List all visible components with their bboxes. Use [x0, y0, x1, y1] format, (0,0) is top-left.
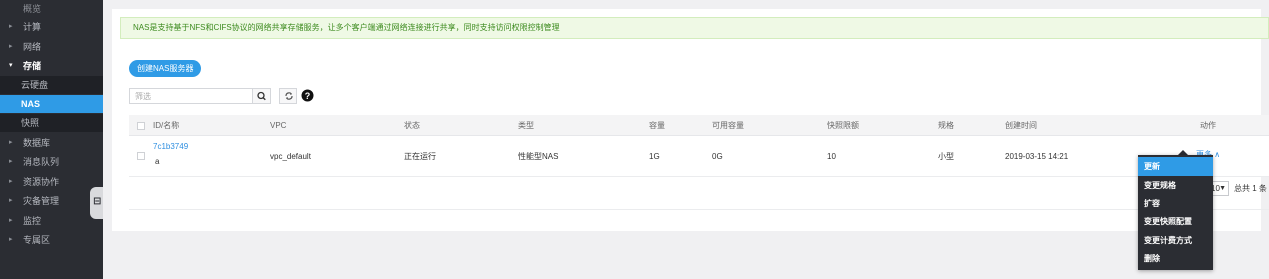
search-icon: [257, 91, 266, 101]
sidebar-item-monitoring[interactable]: ▸ 监控: [0, 212, 103, 230]
sidebar-item-label: 消息队列: [23, 157, 60, 167]
sidebar-item-compute[interactable]: ▸ 计算: [0, 18, 103, 36]
menu-item-change-snapshot-config[interactable]: 变更快照配置: [1138, 212, 1213, 231]
nas-id-link[interactable]: 7c1b3749: [153, 142, 188, 151]
sidebar-item-overview[interactable]: 概览: [0, 0, 103, 18]
caret-right-icon: ▸: [9, 43, 13, 50]
column-header: VPC: [270, 121, 287, 130]
sidebar-item-label: 网络: [23, 42, 42, 52]
sidebar-item-label: 计算: [23, 22, 42, 32]
refresh-button[interactable]: [279, 88, 297, 104]
sidebar-item-label: 监控: [23, 216, 42, 226]
sidebar-item-storage[interactable]: ▾ 存储: [0, 57, 103, 75]
caret-right-icon: ▸: [9, 139, 13, 146]
chevron-down-icon: ▼: [1219, 185, 1226, 192]
sidebar-item-network[interactable]: ▸ 网络: [0, 38, 103, 56]
capacity-cell: 1G: [649, 152, 660, 161]
sidebar-item-nas[interactable]: NAS: [0, 95, 103, 113]
filter-input[interactable]: [129, 88, 253, 104]
caret-right-icon: ▸: [9, 236, 13, 243]
sidebar-item-label: 数据库: [23, 138, 51, 148]
sidebar-item-cloud-disk[interactable]: 云硬盘: [0, 76, 103, 94]
info-notice: NAS是支持基于NFS和CIFS协议的网络共享存储服务，让多个客户端通过网络连接…: [120, 17, 1269, 39]
column-header: 规格: [938, 121, 954, 130]
column-header: ID/名称: [153, 121, 180, 130]
sidebar-nav: 概览 ▸ 计算 ▸ 网络 ▾ 存储 云硬盘 NAS 快照 ▸ 数据库 ▸ 消息队…: [0, 0, 103, 279]
caret-down-icon: ▾: [9, 62, 13, 69]
sidebar-item-label: NAS: [21, 99, 41, 109]
sidebar-item-label: 资源协作: [23, 177, 60, 187]
sidebar-item-database[interactable]: ▸ 数据库: [0, 134, 103, 152]
column-header: 容量: [649, 121, 665, 130]
available-capacity-cell: 0G: [712, 152, 723, 161]
sidebar-item-label: 专属区: [23, 235, 51, 245]
vpc-cell: vpc_default: [270, 152, 311, 161]
select-all-checkbox[interactable]: [137, 122, 145, 130]
sidebar-item-snapshot[interactable]: 快照: [0, 114, 103, 132]
create-nas-button[interactable]: 创建NAS服务器: [129, 60, 202, 77]
row-checkbox[interactable]: [137, 152, 145, 160]
help-icon[interactable]: ?: [301, 89, 314, 102]
table-row: 7c1b3749 a vpc_default 正在运行 性能型NAS 1G 0G…: [129, 136, 1269, 177]
status-cell: 正在运行: [404, 152, 436, 161]
sidebar-item-disaster-recovery[interactable]: ▸ 灾备管理: [0, 192, 103, 210]
sidebar-item-label: 存储: [23, 61, 42, 71]
svg-text:?: ?: [305, 91, 311, 101]
sidebar-item-label: 灾备管理: [23, 196, 60, 206]
action-dropdown-menu: 更新 变更规格 扩容 变更快照配置 变更计费方式 删除: [1138, 155, 1213, 270]
refresh-icon: [285, 92, 293, 100]
sidebar-item-label: 快照: [21, 118, 40, 128]
caret-right-icon: ▸: [9, 178, 13, 185]
column-header: 快照限额: [827, 121, 859, 130]
type-cell: 性能型NAS: [518, 152, 559, 161]
spec-cell: 小型: [938, 152, 954, 161]
menu-item-change-spec[interactable]: 变更规格: [1138, 176, 1213, 195]
sidebar-item-resource-collab[interactable]: ▸ 资源协作: [0, 173, 103, 191]
content-panel: NAS是支持基于NFS和CIFS协议的网络共享存储服务，让多个客户端通过网络连接…: [112, 9, 1269, 231]
caret-right-icon: ▸: [9, 217, 13, 224]
sidebar-item-label: 云硬盘: [21, 80, 49, 90]
collapse-icon: ⊟: [93, 196, 102, 207]
menu-item-expand[interactable]: 扩容: [1138, 194, 1213, 213]
nas-name: a: [155, 157, 160, 166]
table-footer: [129, 177, 1269, 210]
caret-right-icon: ▸: [9, 197, 13, 204]
snapshot-quota-cell: 10: [827, 152, 836, 161]
search-button[interactable]: [253, 88, 271, 104]
sidebar-collapse-handle[interactable]: ⊟: [90, 187, 103, 219]
menu-item-delete[interactable]: 删除: [1138, 249, 1213, 268]
menu-item-update[interactable]: 更新: [1138, 157, 1213, 176]
menu-item-change-billing[interactable]: 变更计费方式: [1138, 231, 1213, 250]
sidebar-item-message-queue[interactable]: ▸ 消息队列: [0, 153, 103, 171]
created-time-cell: 2019-03-15 14:21: [1005, 152, 1069, 161]
column-header: 创建时间: [1005, 121, 1037, 130]
table-header: ID/名称 VPC 状态 类型 容量 可用容量 快照限额 规格 创建时间 动作: [129, 115, 1269, 136]
total-count: 总共 1 条: [1234, 184, 1267, 193]
sidebar-item-dedicated-zone[interactable]: ▸ 专属区: [0, 231, 103, 249]
caret-right-icon: ▸: [9, 158, 13, 165]
main-content: NAS是支持基于NFS和CIFS协议的网络共享存储服务，让多个客户端通过网络连接…: [103, 0, 1269, 279]
column-header: 状态: [404, 121, 420, 130]
column-header: 类型: [518, 121, 534, 130]
sidebar-item-label: 概览: [23, 4, 42, 14]
column-header: 动作: [1200, 121, 1216, 130]
caret-right-icon: ▸: [9, 23, 13, 30]
column-header: 可用容量: [712, 121, 744, 130]
